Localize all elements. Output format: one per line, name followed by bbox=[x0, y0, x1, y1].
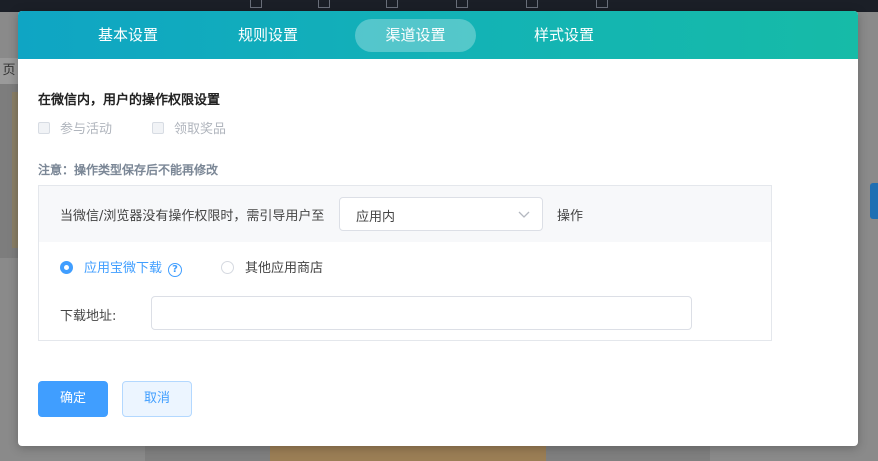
radio-label: 其他应用商店 bbox=[245, 261, 324, 276]
copy-tool-icon bbox=[526, 0, 538, 8]
text-tool-icon bbox=[250, 0, 262, 8]
image-tool-icon bbox=[318, 0, 330, 8]
checkbox-claim-prize[interactable]: 领取奖品 bbox=[152, 121, 226, 139]
download-url-input[interactable] bbox=[151, 296, 692, 330]
select-value: 应用内 bbox=[356, 210, 396, 225]
checkbox-box[interactable] bbox=[152, 122, 164, 134]
radio-button-selected[interactable] bbox=[60, 261, 73, 274]
cancel-button[interactable]: 取消 bbox=[122, 381, 192, 417]
background-canvas-image bbox=[270, 446, 546, 461]
tab-rule-settings[interactable]: 规则设置 bbox=[208, 19, 328, 52]
settings-dialog: 基本设置 规则设置 渠道设置 样式设置 在微信内，用户的操作权限设置 参与活动 … bbox=[18, 11, 858, 446]
question-circle-icon[interactable]: ? bbox=[168, 263, 183, 277]
checkbox-label: 参与活动 bbox=[60, 122, 113, 137]
tab-channel-settings[interactable]: 渠道设置 bbox=[355, 19, 476, 52]
form-tool-icon bbox=[456, 0, 468, 8]
redirect-suffix: 操作 bbox=[557, 209, 584, 224]
warning-note: 注意：操作类型保存后不能再修改 bbox=[38, 163, 219, 177]
settings-tab-bar: 基本设置 规则设置 渠道设置 样式设置 bbox=[18, 11, 858, 59]
tab-style-settings[interactable]: 样式设置 bbox=[504, 19, 624, 52]
checkbox-box[interactable] bbox=[38, 122, 50, 134]
section-title: 在微信内，用户的操作权限设置 bbox=[38, 93, 221, 108]
chevron-down-icon bbox=[518, 211, 530, 218]
checkbox-join-activity[interactable]: 参与活动 bbox=[38, 121, 112, 139]
radio-button[interactable] bbox=[221, 261, 234, 274]
download-url-label: 下载地址: bbox=[60, 309, 117, 324]
radio-other-store[interactable]: 其他应用商店 bbox=[221, 260, 323, 278]
redirect-header: 当微信/浏览器没有操作权限时，需引导用户至 应用内 操作 bbox=[39, 186, 771, 242]
redirect-target-select[interactable]: 应用内 bbox=[339, 197, 543, 231]
confirm-button[interactable]: 确定 bbox=[38, 381, 108, 417]
radio-yingyongbao[interactable]: 应用宝微下载? bbox=[60, 260, 183, 278]
radio-label: 应用宝微下载 bbox=[84, 261, 163, 276]
redirect-panel: 当微信/浏览器没有操作权限时，需引导用户至 应用内 操作 应用宝微下载? 其他应… bbox=[38, 185, 772, 341]
checkbox-label: 领取奖品 bbox=[174, 122, 227, 137]
shape-tool-icon bbox=[386, 0, 398, 8]
grid-tool-icon bbox=[596, 0, 608, 8]
background-left-tab: 页 bbox=[0, 58, 18, 84]
background-side-handle bbox=[870, 183, 878, 219]
download-source-radios: 应用宝微下载? 其他应用商店 bbox=[60, 260, 760, 278]
tab-basic-settings[interactable]: 基本设置 bbox=[68, 19, 188, 52]
redirect-label: 当微信/浏览器没有操作权限时，需引导用户至 bbox=[60, 209, 325, 224]
